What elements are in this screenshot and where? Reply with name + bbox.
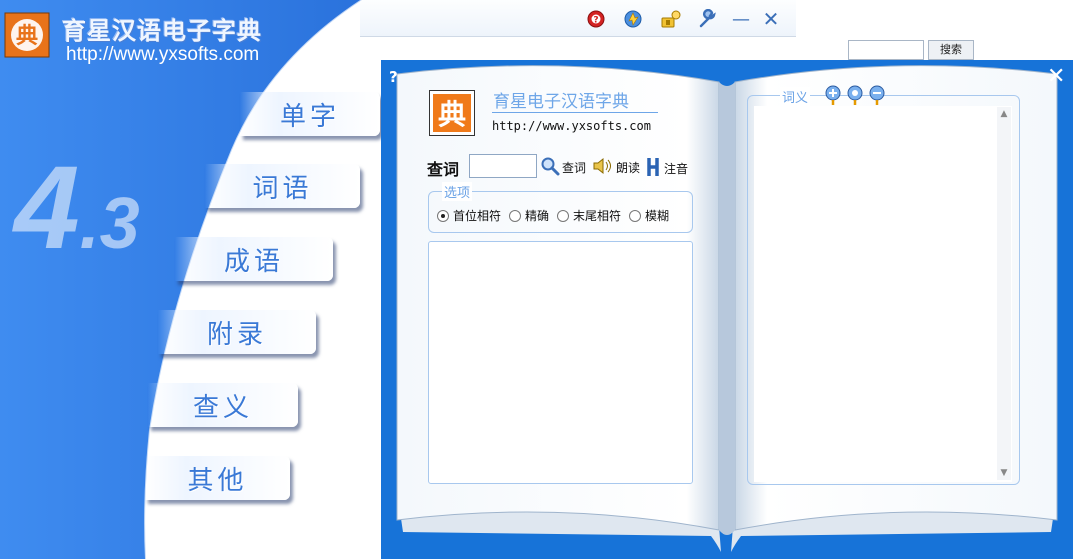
dialog-logo-glyph: 典 [438,98,466,131]
radio-prefix-match[interactable]: 首位相符 [437,207,501,224]
tab-other[interactable]: 其他 [145,456,290,500]
results-list[interactable] [428,241,693,484]
meaning-scrollbar[interactable]: ▲ ▼ [997,107,1011,480]
phonetic-button[interactable]: 注音 [646,156,688,181]
tab-single-char[interactable]: 单字 [240,92,380,136]
app-logo-glyph: 典 [16,23,38,49]
wrench-icon[interactable] [696,8,718,30]
radio-prefix-match-label: 首位相符 [453,209,502,223]
query-label: 查词 [427,160,460,179]
version-label: 4.3 [14,140,140,276]
app-url[interactable]: http://www.yxsofts.com [66,44,259,66]
tab-words[interactable]: 词语 [205,164,360,208]
help-icon[interactable]: ? [585,8,607,30]
tab-lookup-meaning[interactable]: 查义 [148,383,298,427]
options-legend: 选项 [442,182,473,201]
app-title: 育星汉语电子字典 [62,16,262,45]
lookup-button[interactable]: 查词 [540,156,586,179]
radio-suffix-match-dot[interactable] [557,209,570,222]
read-aloud-button[interactable]: 朗读 [592,156,640,179]
dialog-help-button[interactable]: ? [389,68,398,86]
radio-exact[interactable]: 精确 [509,207,549,224]
radio-exact-label: 精确 [525,209,550,223]
refresh-icon[interactable] [622,8,644,30]
scroll-up-icon[interactable]: ▲ [997,109,1011,119]
phonetic-icon [646,156,662,181]
dialog-title-divider [492,112,658,113]
dialog-url[interactable]: http://www.yxsofts.com [492,119,651,133]
speaker-icon [592,156,614,179]
meaning-legend: 词义 [780,87,811,106]
background-search-input[interactable] [848,40,924,60]
query-input[interactable] [469,154,537,178]
radio-exact-dot[interactable] [509,209,522,222]
app-logo: 典 [4,12,50,58]
read-aloud-label: 朗读 [616,161,641,175]
tab-appendix[interactable]: 附录 [158,310,316,354]
lookup-label: 查词 [562,161,587,175]
dialog-title: 育星电子汉语字典 [493,92,629,112]
dialog-close-button[interactable]: ✕ [1047,64,1065,89]
radio-fuzzy-label: 模糊 [645,209,670,223]
dialog-logo: 典 [429,90,475,136]
tab-idioms[interactable]: 成语 [175,237,333,281]
radio-suffix-match-label: 末尾相符 [573,209,622,223]
radio-prefix-match-dot[interactable] [437,209,449,222]
radio-fuzzy-dot[interactable] [629,209,642,222]
key-icon[interactable] [660,8,682,30]
version-minor: .3 [79,184,140,264]
search-icon [540,156,560,179]
scroll-down-icon[interactable]: ▼ [997,468,1011,478]
close-icon[interactable]: ✕ [760,7,782,31]
version-major: 4 [14,142,80,274]
phonetic-label: 注音 [664,162,689,176]
options-radio-list: 首位相符 精确 末尾相符 模糊 [437,207,669,224]
radio-suffix-match[interactable]: 末尾相符 [557,207,621,224]
background-search-button[interactable]: 搜索 [928,40,974,60]
meaning-text-area[interactable] [754,106,1012,482]
radio-fuzzy[interactable]: 模糊 [629,207,669,224]
minimize-icon[interactable]: — [730,8,752,30]
svg-text:?: ? [593,16,598,26]
